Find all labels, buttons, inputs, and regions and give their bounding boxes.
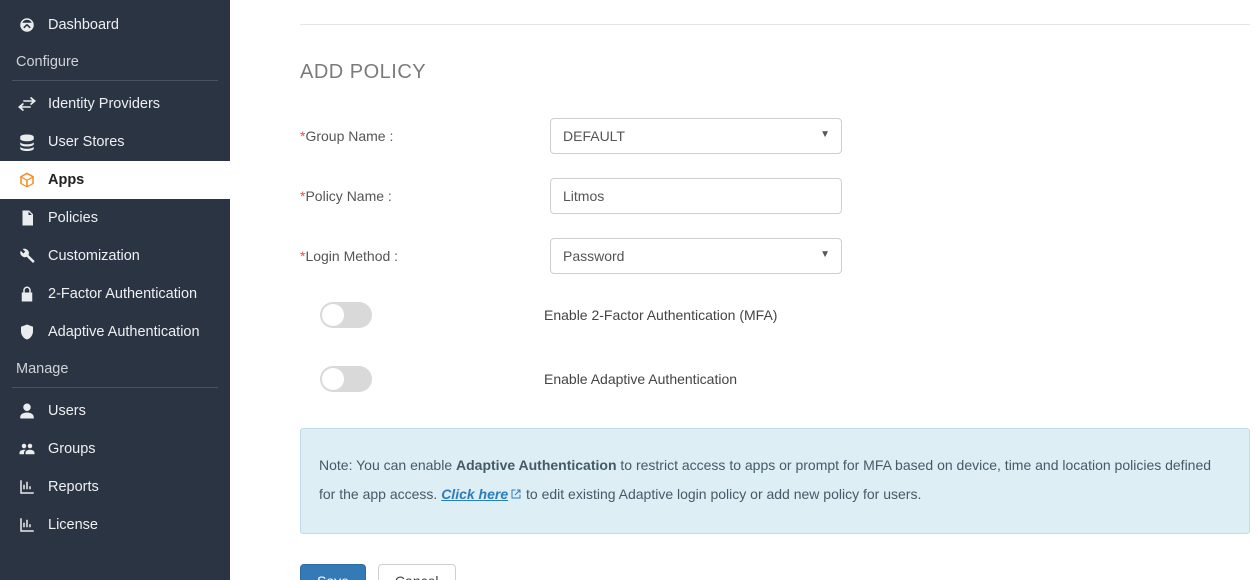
button-row: Save Cancel (300, 564, 1257, 580)
sidebar-item-label: Users (48, 403, 86, 419)
sidebar-section-manage: Manage (0, 351, 230, 383)
login-method-label: *Login Method : (300, 248, 550, 264)
stack-icon (16, 133, 38, 151)
sidebar-item-adaptive-auth[interactable]: Adaptive Authentication (0, 313, 230, 351)
sidebar-item-label: 2-Factor Authentication (48, 286, 197, 302)
arrows-icon (16, 95, 38, 113)
page-title: ADD POLICY (300, 61, 1257, 84)
sidebar-item-dashboard[interactable]: Dashboard (0, 6, 230, 44)
doc-icon (16, 209, 38, 227)
sidebar: Dashboard Configure Identity Providers U… (0, 0, 230, 580)
sidebar-item-policies[interactable]: Policies (0, 199, 230, 237)
group-icon (16, 440, 38, 458)
cancel-button[interactable]: Cancel (378, 564, 456, 580)
note-text-prefix: Note: You can enable (319, 457, 456, 473)
sidebar-item-groups[interactable]: Groups (0, 430, 230, 468)
form-row-policy-name: *Policy Name : (300, 178, 1257, 214)
toggle-knob (322, 368, 344, 390)
sidebar-item-customization[interactable]: Customization (0, 237, 230, 275)
login-method-select[interactable]: Password (550, 238, 842, 274)
sidebar-item-label: Groups (48, 441, 96, 457)
sidebar-item-users[interactable]: Users (0, 392, 230, 430)
sidebar-section-configure: Configure (0, 44, 230, 76)
sidebar-item-identity-providers[interactable]: Identity Providers (0, 85, 230, 123)
note-text-suffix: to edit existing Adaptive login policy o… (522, 486, 921, 502)
sidebar-item-label: Identity Providers (48, 96, 160, 112)
wrench-icon (16, 247, 38, 265)
lock-icon (16, 285, 38, 303)
group-name-select[interactable]: DEFAULT (550, 118, 842, 154)
mfa-toggle[interactable] (320, 302, 372, 328)
sidebar-item-label: Dashboard (48, 17, 119, 33)
sidebar-item-user-stores[interactable]: User Stores (0, 123, 230, 161)
form-row-login-method: *Login Method : Password (300, 238, 1257, 274)
sidebar-item-label: Adaptive Authentication (48, 324, 200, 340)
note-box: Note: You can enable Adaptive Authentica… (300, 428, 1250, 534)
sidebar-divider (12, 80, 218, 81)
sidebar-item-label: Apps (48, 172, 84, 188)
login-method-select-wrap: Password (550, 238, 842, 274)
dashboard-icon (16, 16, 38, 34)
note-click-here-link[interactable]: Click here (441, 486, 522, 502)
shield-icon (16, 323, 38, 341)
mfa-toggle-label: Enable 2-Factor Authentication (MFA) (544, 307, 777, 323)
policy-name-label: *Policy Name : (300, 188, 550, 204)
adaptive-toggle-label: Enable Adaptive Authentication (544, 371, 737, 387)
sidebar-item-label: Reports (48, 479, 99, 495)
user-icon (16, 402, 38, 420)
sidebar-item-apps[interactable]: Apps (0, 161, 230, 199)
sidebar-item-label: User Stores (48, 134, 125, 150)
sidebar-divider (12, 387, 218, 388)
cube-icon (16, 171, 38, 189)
chart-icon (16, 516, 38, 534)
policy-name-input[interactable] (550, 178, 842, 214)
form-row-group-name: *Group Name : DEFAULT (300, 118, 1257, 154)
note-text-bold: Adaptive Authentication (456, 457, 617, 473)
sidebar-item-2fa[interactable]: 2-Factor Authentication (0, 275, 230, 313)
toggle-row-adaptive: Enable Adaptive Authentication (320, 366, 1257, 392)
chart-icon (16, 478, 38, 496)
adaptive-toggle[interactable] (320, 366, 372, 392)
group-name-select-wrap: DEFAULT (550, 118, 842, 154)
group-name-label: *Group Name : (300, 128, 550, 144)
external-link-icon (510, 481, 522, 510)
top-divider (300, 24, 1250, 25)
sidebar-item-label: Customization (48, 248, 140, 264)
sidebar-item-label: License (48, 517, 98, 533)
sidebar-item-license[interactable]: License (0, 506, 230, 544)
save-button[interactable]: Save (300, 564, 366, 580)
sidebar-item-label: Policies (48, 210, 98, 226)
main-content: ADD POLICY *Group Name : DEFAULT *Policy… (230, 0, 1257, 580)
toggle-row-mfa: Enable 2-Factor Authentication (MFA) (320, 302, 1257, 328)
toggle-knob (322, 304, 344, 326)
sidebar-item-reports[interactable]: Reports (0, 468, 230, 506)
